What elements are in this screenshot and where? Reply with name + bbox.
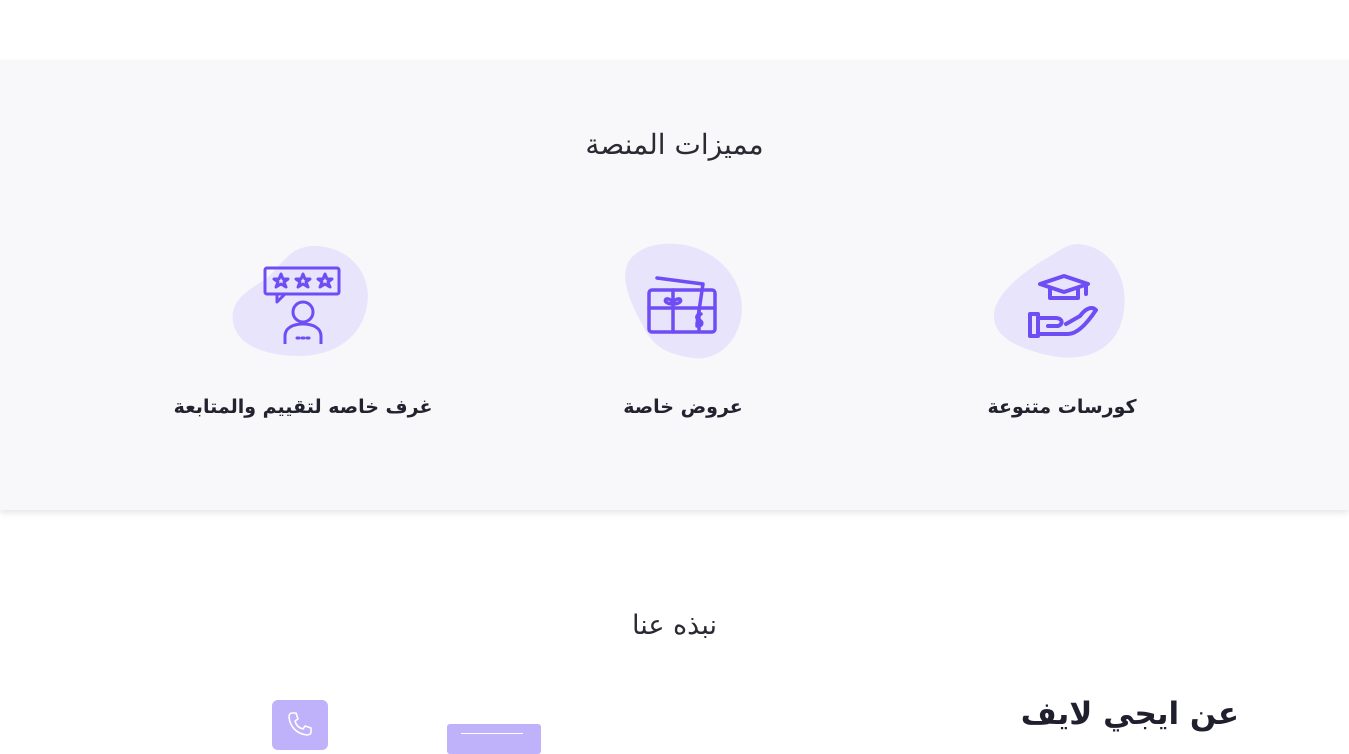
feature-blob — [223, 242, 383, 372]
about-heading: عن ايجي لايف — [1020, 696, 1239, 732]
feature-rating-rooms-label: غرف خاصه لتقييم والمتابعة — [173, 396, 433, 418]
feature-blob — [603, 242, 763, 372]
phone-icon — [288, 712, 312, 736]
feature-offers-label: عروض خاصة — [623, 396, 743, 418]
feature-offers: عروض خاصة — [533, 242, 833, 418]
about-title: نبذه عنا — [631, 610, 718, 641]
features-section: مميزات المنصة كورسات متنوعة عروض خاصة غر… — [0, 60, 1349, 510]
graduation-cap-hand-icon — [1028, 274, 1098, 338]
phone-contact-tile[interactable] — [272, 700, 328, 750]
feature-courses: كورسات متنوعة — [912, 242, 1212, 418]
gift-card-icon — [647, 276, 717, 334]
features-title: مميزات المنصة — [585, 128, 764, 161]
feature-courses-label: كورسات متنوعة — [987, 396, 1137, 418]
rating-person-icon — [263, 266, 341, 344]
feature-blob — [982, 242, 1142, 372]
feature-rating-rooms: غرف خاصه لتقييم والمتابعة — [153, 242, 453, 418]
mail-line — [461, 733, 523, 734]
mail-illustration — [447, 724, 541, 754]
